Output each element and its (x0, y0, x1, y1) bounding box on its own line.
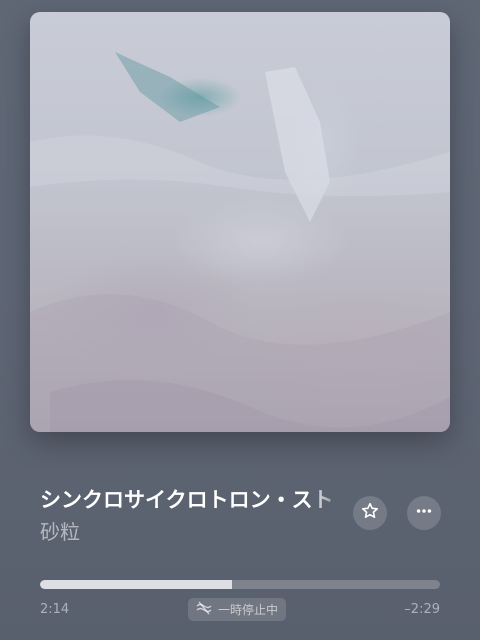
lossless-off-icon (196, 600, 212, 619)
star-icon (360, 501, 380, 525)
favorite-button[interactable] (353, 496, 387, 530)
artwork-texture (30, 52, 450, 432)
song-title[interactable]: シンクロサイクロトロン・スト (40, 484, 345, 514)
progress-fill (40, 580, 232, 589)
playback-status-badge[interactable]: 一時停止中 (188, 598, 287, 621)
playback-status-label: 一時停止中 (218, 603, 279, 617)
more-options-button[interactable] (407, 496, 441, 530)
album-artwork[interactable] (30, 12, 450, 432)
elapsed-time: 2:14 (40, 602, 70, 617)
remaining-time: –2:29 (404, 602, 440, 617)
ellipsis-icon (414, 501, 434, 525)
playback-progress-bar[interactable] (40, 580, 440, 589)
artist-name[interactable]: 砂粒 (40, 516, 80, 545)
